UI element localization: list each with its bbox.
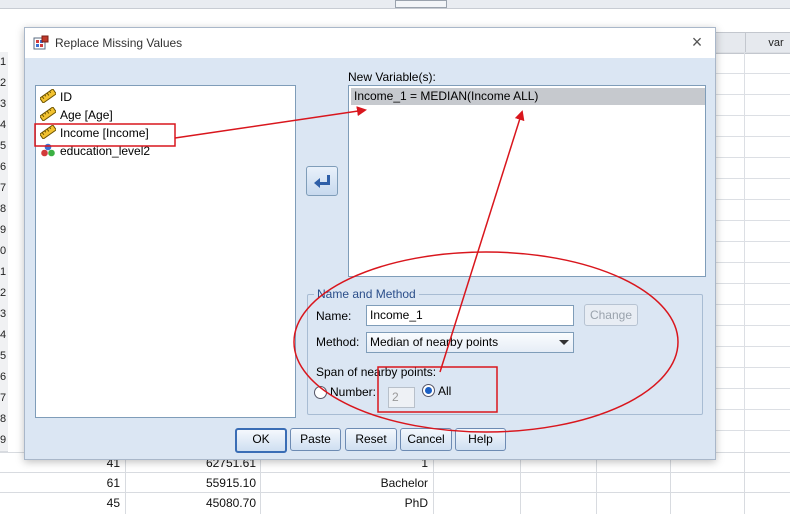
toolbar-segment [395, 0, 447, 8]
new-variables-list[interactable]: Income_1 = MEDIAN(Income ALL) [348, 85, 706, 277]
row-number[interactable]: 8 [0, 409, 8, 431]
table-cell[interactable]: Bachelor [265, 473, 428, 494]
new-variables-label: New Variable(s): [348, 70, 436, 84]
row-number[interactable]: 4 [0, 115, 8, 137]
row-number[interactable]: 9 [0, 220, 8, 242]
name-and-method-group: Name and Method Name: Income_1 Change Me… [307, 287, 703, 415]
row-number[interactable]: 7 [0, 178, 8, 200]
dialog-titlebar[interactable]: Replace Missing Values × [25, 28, 715, 58]
method-selected-value: Median of nearby points [370, 335, 499, 349]
row-number[interactable]: 5 [0, 136, 8, 158]
table-cell[interactable]: 45080.70 [130, 493, 256, 514]
column-header-var[interactable]: var [745, 32, 790, 54]
toolbar-strip [0, 0, 790, 9]
table-row[interactable]: 61 55915.10 Bachelor [0, 472, 790, 494]
row-number[interactable]: 9 [0, 430, 8, 452]
row-number[interactable]: 1 [0, 262, 8, 284]
list-item-income[interactable]: Income [Income] [40, 124, 149, 142]
cancel-button[interactable]: Cancel [400, 428, 452, 451]
row-number[interactable]: 2 [0, 283, 8, 305]
move-variable-button[interactable] [306, 166, 338, 196]
arrow-left-icon [314, 175, 330, 188]
change-button[interactable]: Change [584, 304, 638, 326]
number-input[interactable]: 2 [388, 387, 415, 408]
row-number[interactable]: 3 [0, 304, 8, 326]
table-row[interactable]: 45 45080.70 PhD [0, 492, 790, 514]
table-cell[interactable]: 61 [60, 473, 120, 494]
row-number[interactable]: 2 [0, 73, 8, 95]
span-label: Span of nearby points: [316, 365, 437, 379]
nominal-circles-icon [41, 143, 55, 157]
variable-label: ID [60, 90, 72, 104]
all-radio[interactable] [422, 384, 435, 397]
name-input[interactable]: Income_1 [366, 305, 574, 326]
variable-label: Income [Income] [60, 126, 149, 140]
variable-label: education_level2 [60, 144, 151, 158]
source-variable-list[interactable]: ID Age [Age] Income [Income] education_l… [35, 85, 296, 418]
method-label: Method: [316, 335, 360, 349]
all-label: All [438, 384, 452, 398]
row-number[interactable]: 7 [0, 388, 8, 410]
number-label: Number: [330, 385, 377, 399]
row-number[interactable]: 6 [0, 367, 8, 389]
list-item-education-level2[interactable]: education_level2 [40, 142, 150, 160]
dialog-title: Replace Missing Values [55, 36, 183, 50]
help-button[interactable]: Help [455, 428, 506, 451]
grid-line [744, 52, 745, 500]
reset-button[interactable]: Reset [345, 428, 397, 451]
number-radio[interactable] [314, 386, 327, 399]
row-number[interactable]: 1 [0, 52, 8, 74]
variable-label: Age [Age] [60, 108, 113, 122]
group-legend: Name and Method [314, 287, 419, 301]
ok-button[interactable]: OK [235, 428, 287, 453]
list-item[interactable]: Income_1 = MEDIAN(Income ALL) [351, 88, 705, 105]
table-cell[interactable]: 55915.10 [130, 473, 256, 494]
table-cell[interactable]: PhD [265, 493, 428, 514]
row-number[interactable]: 8 [0, 199, 8, 221]
ruler-scale-icon [40, 125, 56, 139]
row-number[interactable]: 6 [0, 157, 8, 179]
list-item-age[interactable]: Age [Age] [40, 106, 113, 124]
row-number[interactable]: 3 [0, 94, 8, 116]
chevron-down-icon [559, 340, 569, 345]
spss-dialog-icon [33, 35, 49, 50]
list-item-id[interactable]: ID [40, 88, 72, 106]
close-button[interactable]: × [687, 33, 707, 53]
row-number[interactable]: 0 [0, 241, 8, 263]
name-label: Name: [316, 309, 352, 323]
replace-missing-values-dialog: Replace Missing Values × ID Age [Age] In… [24, 27, 716, 460]
row-number[interactable]: 4 [0, 325, 8, 347]
column-header[interactable] [714, 32, 746, 54]
column-header-label: var [768, 37, 784, 49]
paste-button[interactable]: Paste [290, 428, 341, 451]
row-number[interactable]: 5 [0, 346, 8, 368]
method-select[interactable]: Median of nearby points [366, 332, 574, 353]
table-cell[interactable]: 45 [60, 493, 120, 514]
ruler-scale-icon [40, 107, 56, 121]
ruler-scale-icon [40, 89, 56, 103]
